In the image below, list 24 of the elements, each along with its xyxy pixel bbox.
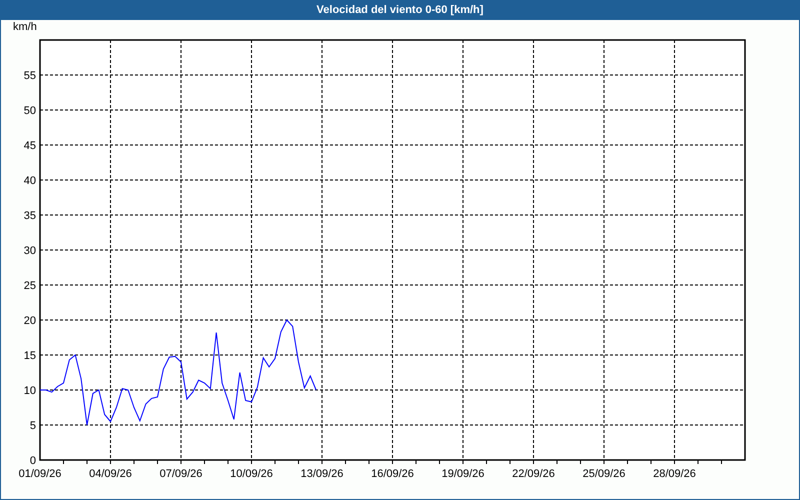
axis-tick-label: 01/09/26: [18, 468, 62, 480]
axis-tick-label: 35: [24, 210, 36, 222]
axis-tick-label: 25/09/26: [582, 468, 626, 480]
axis-tick-label: 13/09/26: [300, 468, 344, 480]
axis-tick-label: 50: [24, 105, 36, 117]
axis-tick-label: 22/09/26: [512, 468, 555, 480]
axis-tick-label: 20: [24, 315, 36, 327]
axis-tick-label: 28/09/26: [653, 468, 696, 480]
axis-tick-label: 19/09/26: [442, 468, 484, 480]
axis-tick-label: 0: [30, 455, 36, 467]
axis-tick-label: 45: [24, 140, 36, 152]
chart-title: Velocidad del viento 0-60 [km/h]: [316, 2, 484, 18]
axis-label: km/h: [13, 21, 37, 33]
axis-tick-label: 10/09/26: [230, 468, 273, 480]
axis-tick-label: 10: [24, 385, 36, 397]
axis-tick-label: 16/09/26: [371, 468, 414, 480]
axis-tick-label: 30: [24, 245, 36, 257]
axis-tick-label: 5: [30, 420, 36, 432]
axis-tick-label: 40: [24, 175, 36, 187]
axis-tick-label: 07/09/26: [160, 468, 202, 480]
axis-tick-label: 04/09/26: [89, 468, 132, 480]
axis-tick-label: 15: [24, 350, 36, 362]
axis-tick-label: 25: [24, 280, 36, 292]
axis-tick-label: 55: [24, 70, 36, 82]
